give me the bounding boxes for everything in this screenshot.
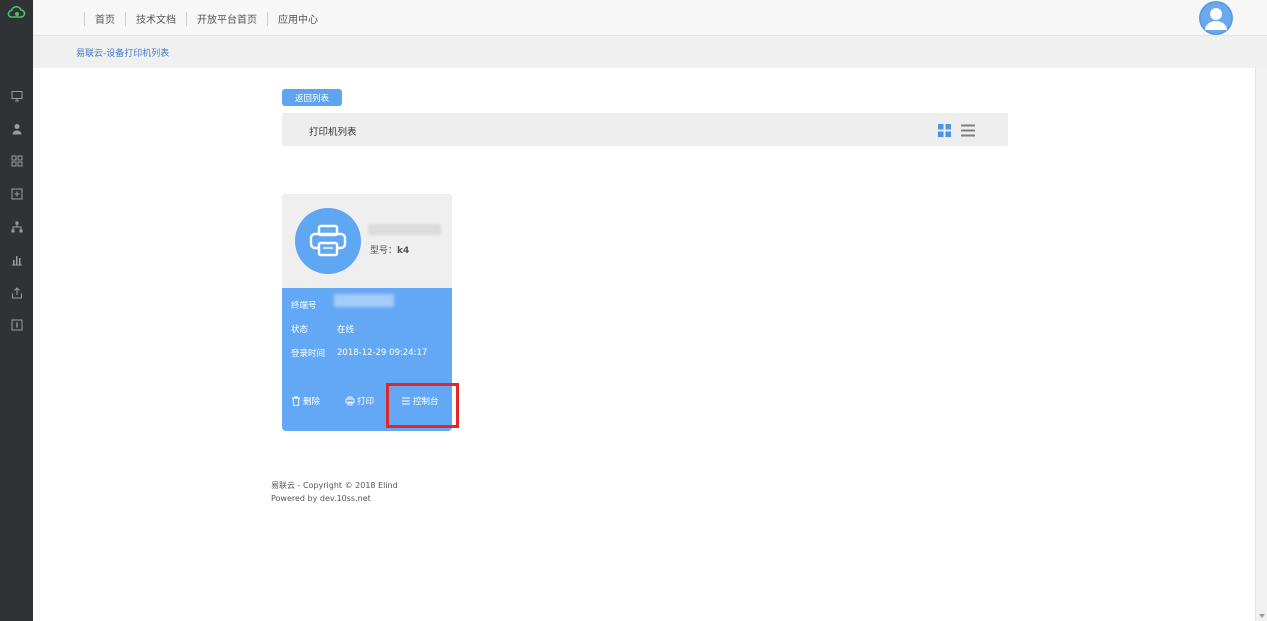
- scroll-down-arrow-icon[interactable]: [1259, 614, 1265, 618]
- scrollbar[interactable]: [1255, 68, 1267, 621]
- printer-avatar: [295, 208, 361, 274]
- nav-link-home[interactable]: 首页: [95, 11, 115, 26]
- status-label: 状态: [291, 325, 309, 335]
- nav-apps[interactable]: [0, 151, 33, 171]
- sitemap-icon: [11, 221, 22, 233]
- nav-divider: [267, 11, 268, 26]
- model-value: k4: [397, 246, 410, 256]
- printer-icon: [309, 224, 347, 257]
- nav-add[interactable]: [0, 184, 33, 204]
- add-box-icon: [11, 188, 22, 200]
- login-time-value: 2018-12-29 09:24:17: [337, 348, 428, 358]
- nav-link-open-platform[interactable]: 开放平台首页: [197, 11, 257, 26]
- nav-link-app-center[interactable]: 应用中心: [278, 11, 318, 26]
- trash-icon: [292, 396, 300, 406]
- nav-user[interactable]: [0, 119, 33, 139]
- login-time-label: 登录时间: [291, 349, 326, 359]
- user-avatar-icon[interactable]: [1199, 1, 1233, 35]
- printer-list-header: 打印机列表: [282, 113, 1008, 146]
- footer: 易联云 - Copyright © 2018 Elind Powered by …: [271, 479, 398, 505]
- printer-model: 型号：k4: [370, 243, 409, 256]
- nav-link-docs[interactable]: 技术文档: [136, 11, 176, 26]
- main-content: [33, 68, 1255, 621]
- terminal-label: 终端号: [291, 301, 317, 311]
- copyright-text: 易联云 - Copyright © 2018 Elind: [271, 481, 398, 490]
- bar-chart-icon: [11, 256, 22, 266]
- printer-name-redacted: [368, 224, 441, 235]
- list-view-icon[interactable]: [961, 124, 975, 137]
- status-value: 在线: [337, 325, 355, 335]
- top-bar: 首页 技术文档 开放平台首页 应用中心: [33, 0, 1267, 36]
- grid-view-icon[interactable]: [938, 124, 951, 137]
- breadcrumb-bar: 易联云-设备打印机列表: [33, 36, 1267, 68]
- nav-sitemap[interactable]: [0, 217, 33, 237]
- cloud-logo-icon[interactable]: [6, 4, 26, 20]
- nav-divider: [125, 11, 126, 26]
- delete-button[interactable]: 删除: [291, 395, 320, 407]
- upload-icon: [11, 287, 22, 299]
- info-box-icon: [11, 319, 22, 331]
- terminal-number-redacted: [334, 294, 394, 307]
- print-button[interactable]: 打印: [345, 395, 374, 407]
- top-nav: 首页 技术文档 开放平台首页 应用中心: [74, 11, 318, 26]
- powered-by-text: Powered by dev.10ss.net: [271, 494, 371, 503]
- monitor-icon: [11, 91, 22, 102]
- print-icon: [345, 396, 355, 406]
- grid-apps-icon: [11, 155, 22, 167]
- nav-monitor[interactable]: [0, 86, 33, 106]
- console-highlight-box: [386, 383, 459, 428]
- delete-label: 删除: [303, 397, 321, 407]
- model-label: 型号：: [370, 246, 398, 256]
- nav-upload[interactable]: [0, 283, 33, 303]
- sidebar: [0, 0, 33, 621]
- print-label: 打印: [357, 397, 375, 407]
- nav-divider: [84, 11, 85, 26]
- user-icon: [12, 124, 21, 135]
- list-title: 打印机列表: [309, 127, 357, 138]
- back-to-list-button[interactable]: 返回列表: [282, 89, 342, 106]
- card-header: 型号：k4: [282, 194, 452, 288]
- nav-info[interactable]: [0, 315, 33, 335]
- nav-divider: [186, 11, 187, 26]
- nav-statistics[interactable]: [0, 250, 33, 270]
- breadcrumb[interactable]: 易联云-设备打印机列表: [76, 46, 169, 59]
